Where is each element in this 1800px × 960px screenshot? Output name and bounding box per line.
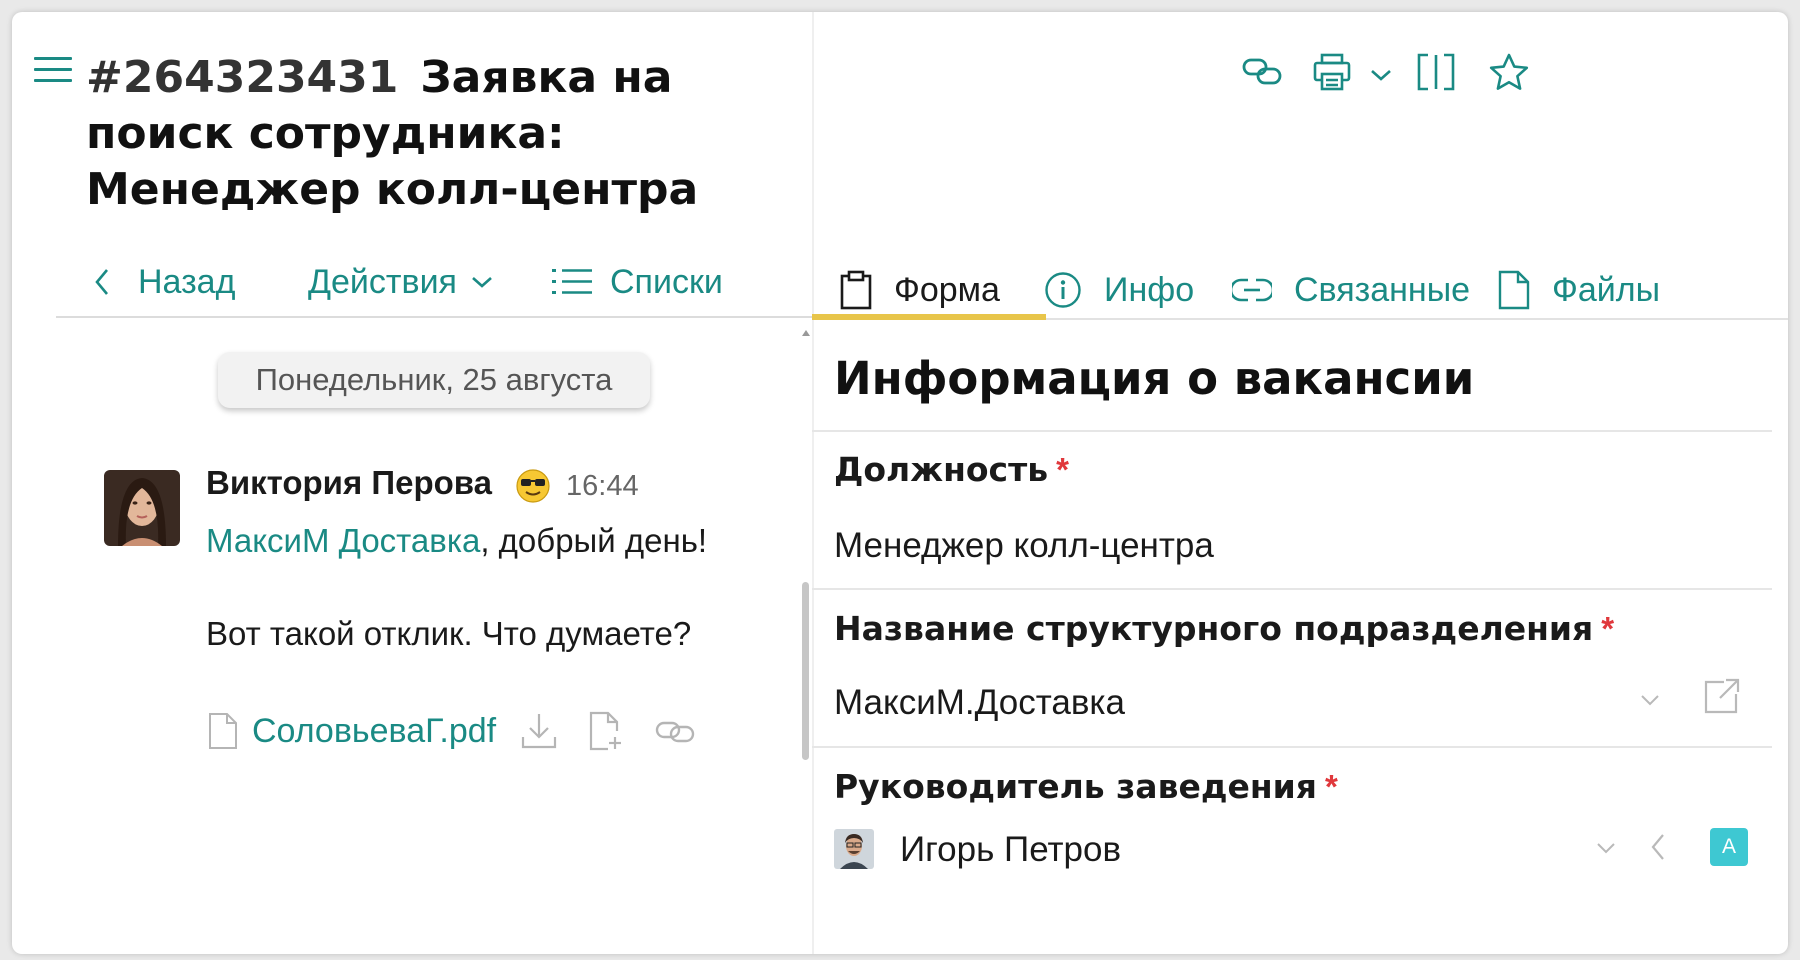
hamburger-menu-icon[interactable] [34, 54, 72, 84]
tab-related-label: Связанные [1294, 270, 1471, 309]
app-window: #264323431 Заявка на поиск сотрудника: Ме… [12, 12, 1788, 954]
chevron-down-icon [472, 277, 492, 288]
open-external-icon[interactable] [1702, 676, 1742, 716]
chevron-left-icon [95, 269, 108, 295]
chevron-down-icon[interactable] [1370, 68, 1392, 82]
star-icon[interactable] [1488, 52, 1530, 92]
row-divider [812, 588, 1772, 590]
tab-files[interactable]: Файлы [1498, 262, 1660, 318]
file-icon [209, 713, 237, 749]
actions-label: Действия [308, 262, 457, 301]
tab-info-label: Инфо [1104, 270, 1195, 309]
request-number: #264323431 [86, 52, 399, 103]
chevron-left-icon[interactable] [1650, 832, 1666, 862]
department-label-text: Название структурного подразделения [834, 609, 1594, 648]
scroll-up-arrow-icon[interactable] [802, 330, 810, 336]
position-label-text: Должность [834, 450, 1049, 489]
message-text-line1: МаксиМ Доставка, добрый день! [206, 522, 707, 560]
message-text-line2: Вот такой отклик. Что думаете? [206, 615, 692, 652]
required-mark: * [1324, 768, 1338, 805]
active-tab-indicator [812, 314, 1046, 320]
add-file-icon[interactable] [588, 711, 624, 751]
manager-label-text: Руководитель заведения [834, 767, 1317, 806]
nav-divider [56, 316, 812, 318]
department-field-label: Название структурного подразделения * [834, 609, 1614, 648]
page-title: #264323431 Заявка на поиск сотрудника: Ме… [86, 50, 806, 218]
sunglasses-emoji-icon [516, 469, 550, 503]
user-avatar [834, 829, 874, 869]
link-icon[interactable] [1242, 56, 1282, 88]
message-author[interactable]: Виктория Перова [206, 464, 492, 502]
tab-files-label: Файлы [1552, 270, 1661, 309]
nav-bar: Назад Действия Списки [12, 242, 812, 322]
user-badge[interactable]: A [1710, 828, 1748, 866]
tab-bar: Форма Инфо Связанные Файлы [812, 252, 1788, 322]
author-avatar[interactable] [104, 470, 180, 546]
clipboard-icon [840, 270, 872, 310]
details-pane: Форма Инфо Связанные Файлы Информация о … [812, 12, 1788, 954]
chevron-down-icon[interactable] [1640, 694, 1660, 706]
message-time: 16:44 [566, 470, 639, 502]
chevron-down-icon[interactable] [1596, 842, 1616, 854]
mention-link[interactable]: МаксиМ Доставка [206, 522, 480, 559]
row-divider [812, 430, 1772, 432]
split-view-icon[interactable] [1416, 52, 1456, 92]
message-greeting: , добрый день! [480, 522, 708, 559]
department-field[interactable]: МаксиМ.Доставка [834, 683, 1125, 723]
position-field[interactable]: Менеджер колл-центра [834, 526, 1214, 566]
tab-form[interactable]: Форма [840, 262, 1000, 318]
list-icon [552, 269, 592, 294]
attachment-name[interactable]: СоловьеваГ.pdf [252, 712, 496, 751]
chat-pane: #264323431 Заявка на поиск сотрудника: Ме… [12, 12, 812, 954]
tab-form-label: Форма [894, 270, 1000, 309]
position-field-label: Должность * [834, 450, 1069, 489]
link-icon[interactable] [654, 715, 696, 747]
lists-button[interactable]: Списки [552, 262, 723, 302]
print-icon[interactable] [1312, 52, 1352, 92]
back-button[interactable]: Назад [92, 262, 235, 302]
manager-field[interactable]: Игорь Петров [900, 830, 1121, 870]
actions-dropdown[interactable]: Действия [308, 262, 493, 302]
back-label: Назад [138, 262, 236, 301]
lists-label: Списки [610, 262, 723, 301]
row-divider [812, 746, 1772, 748]
file-icon [1498, 270, 1530, 310]
tab-info[interactable]: Инфо [1044, 262, 1194, 318]
date-separator: Понедельник, 25 августа [218, 352, 650, 408]
chat-scrollbar[interactable] [802, 582, 809, 760]
tab-related[interactable]: Связанные [1232, 262, 1470, 318]
link-icon [1232, 278, 1272, 302]
info-icon [1045, 272, 1081, 308]
section-title: Информация о вакансии [834, 352, 1475, 405]
required-mark: * [1056, 451, 1069, 488]
required-mark: * [1601, 610, 1615, 647]
download-icon[interactable] [520, 711, 558, 751]
manager-field-label: Руководитель заведения * [834, 767, 1338, 806]
attachment: СоловьеваГ.pdf [208, 706, 726, 756]
